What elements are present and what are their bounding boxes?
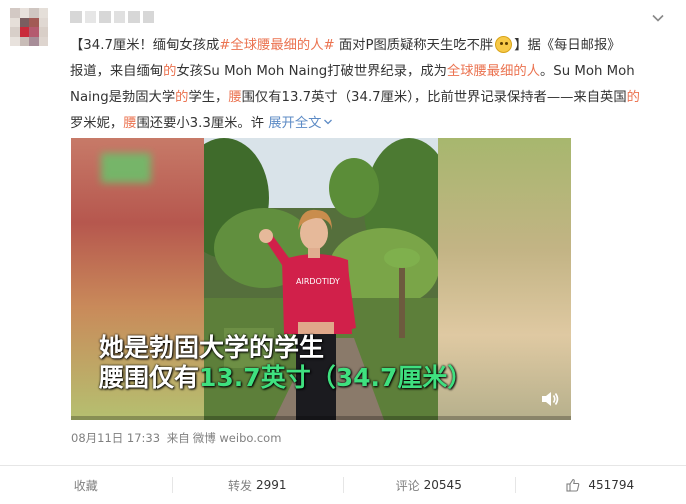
favorite-button[interactable]: 收藏 xyxy=(0,466,172,504)
topic-link[interactable]: #全球腰最细的人# xyxy=(219,38,334,53)
post-text-segment: 围还要小3.3厘米。许 xyxy=(136,116,265,131)
post-text-segment: 报道，来自缅甸 xyxy=(70,64,164,79)
chevron-down-icon[interactable] xyxy=(650,10,666,26)
expand-full-text-link[interactable]: 展开全文 xyxy=(268,116,333,131)
keyword-highlight: 的 xyxy=(626,90,640,105)
emoji-icon xyxy=(495,36,513,53)
favorite-label: 收藏 xyxy=(73,478,98,493)
comment-button[interactable]: 评论 20545 xyxy=(343,466,515,504)
chevron-down-icon xyxy=(324,119,333,125)
from-label: 来自 xyxy=(166,431,190,445)
video-player[interactable]: AIRDOTIDY 她是勃固大学的学生 腰围仅有13.7英寸（34.7厘米） xyxy=(71,138,571,420)
like-count: 451794 xyxy=(588,478,635,492)
repost-label: 转发 xyxy=(227,478,252,493)
comment-label: 评论 xyxy=(395,478,420,493)
like-button[interactable]: 451794 xyxy=(514,466,686,504)
post-meta: 08月11日 17:33 来自 微博 weibo.com xyxy=(71,430,284,446)
svg-text:AIRDOTIDY: AIRDOTIDY xyxy=(296,277,340,286)
thumbs-up-icon xyxy=(566,478,580,492)
post-text-segment: 【34.7厘米！缅甸女孩成 xyxy=(70,38,220,53)
weibo-post-card: 【34.7厘米！缅甸女孩成#全球腰最细的人# 面对P图质疑称天生吃不胖 】据《每日… xyxy=(0,0,686,504)
keyword-highlight: 的 xyxy=(175,90,189,105)
post-text-segment: Naing是勃固大学 xyxy=(70,90,176,105)
source-text: 《每日邮报》 xyxy=(540,38,621,53)
repost-button[interactable]: 转发 2991 xyxy=(171,466,344,504)
post-text-segment: 】据 xyxy=(514,38,541,53)
action-bar: 收藏 转发 2991 评论 20545 451794 xyxy=(0,466,686,504)
repost-count: 2991 xyxy=(255,478,287,492)
expand-label: 展开全文 xyxy=(268,116,322,131)
volume-icon[interactable] xyxy=(540,390,560,408)
caption-highlight: 13.7英寸（34.7厘米） xyxy=(199,363,473,392)
username-blurred[interactable] xyxy=(70,11,154,23)
post-text-segment: 女孩Su Moh Moh Naing打破世界纪录，成为 xyxy=(176,64,447,79)
post-line-1: 【34.7厘米！缅甸女孩成#全球腰最细的人# 面对P图质疑称天生吃不胖 】据《每日… xyxy=(70,33,670,59)
client-source-link[interactable]: 微博 weibo.com xyxy=(193,431,282,445)
avatar[interactable] xyxy=(10,8,48,46)
post-date[interactable]: 08月11日 17:33 xyxy=(71,431,160,445)
post-text-segment: 罗米妮， xyxy=(70,116,124,131)
keyword-link[interactable]: 全球腰最细的人 xyxy=(447,64,540,79)
comment-count: 20545 xyxy=(423,478,462,492)
caption-line-1: 她是勃固大学的学生 xyxy=(99,333,325,362)
post-text-segment: 学生， xyxy=(188,90,229,105)
video-caption: 她是勃固大学的学生 腰围仅有13.7英寸（34.7厘米） xyxy=(99,333,472,393)
post-text-segment: 面对P图质疑称天生吃不胖 xyxy=(334,38,494,53)
caption-text: 腰围仅有 xyxy=(99,363,200,392)
post-text-segment: 围仅有13.7英寸（34.7厘米），比前世界记录保持者——来自英国 xyxy=(241,90,627,105)
keyword-highlight: 腰 xyxy=(123,116,137,131)
post-line-4: 罗米妮，腰围还要小3.3厘米。许 展开全文 xyxy=(70,111,670,137)
post-text-segment: 。Su Moh Moh xyxy=(540,64,635,79)
post-line-3: Naing是勃固大学的学生，腰围仅有13.7英寸（34.7厘米），比前世界记录保… xyxy=(70,85,670,111)
keyword-highlight: 腰 xyxy=(228,90,242,105)
keyword-highlight: 的 xyxy=(163,64,177,79)
caption-line-2: 腰围仅有13.7英寸（34.7厘米） xyxy=(99,363,472,393)
video-progress-bar[interactable] xyxy=(71,416,571,420)
post-line-2: 报道，来自缅甸的女孩Su Moh Moh Naing打破世界纪录，成为全球腰最细… xyxy=(70,59,670,85)
post-text: 【34.7厘米！缅甸女孩成#全球腰最细的人# 面对P图质疑称天生吃不胖 】据《每日… xyxy=(70,33,670,137)
